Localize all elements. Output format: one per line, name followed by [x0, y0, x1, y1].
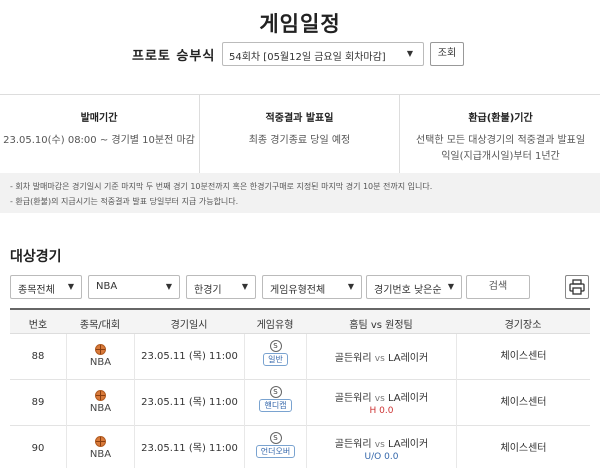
- header-venue: 경기장소: [504, 320, 542, 331]
- vs-text: vs: [374, 394, 385, 404]
- basketball-icon: [95, 436, 106, 447]
- info-sale-period: 발매기간 23.05.10(수) 08:00 ~ 경기별 10분전 마감: [0, 95, 198, 173]
- header-type: 게임유형: [256, 320, 294, 331]
- games-table: 번호 종목/대회 경기일시 게임유형 홈팀 vs 원정팀 경기장소 88 NBA…: [10, 308, 590, 468]
- round-selector-row: 프로토 승부식 54회차 [05월12일 금요일 회차마감] ▼ 조회: [0, 42, 600, 66]
- game-type-filter[interactable]: 게임유형전체 ▼: [262, 275, 362, 299]
- teams-cell: 골든워리 vs LA레이커: [306, 334, 456, 380]
- s-circle-icon: S: [269, 432, 282, 444]
- game-type-badge: 핸디캡: [259, 399, 292, 412]
- table-row[interactable]: 88 NBA 23.05.11 (목) 11:00 S 일반 골든워리 vs L…: [10, 334, 590, 380]
- league-name: NBA: [89, 449, 112, 460]
- info-text: 선택한 모든 대상경기의 적중결과 발표일: [415, 135, 586, 146]
- league-filter[interactable]: NBA ▼: [88, 275, 180, 299]
- header-sport: 종목/대회: [79, 320, 121, 331]
- teams-line: 골든워리 vs LA레이커: [307, 349, 456, 364]
- dropdown-caret-icon: ▼: [241, 282, 248, 291]
- sport-cell: NBA: [66, 380, 134, 426]
- home-team: 골든워리: [334, 393, 372, 404]
- header-teams: 홈팀 vs 원정팀: [349, 320, 413, 331]
- view-button[interactable]: 조회: [430, 42, 464, 66]
- venue: 체이스센터: [456, 380, 590, 426]
- game-type-filter-value: 게임유형전체: [270, 285, 326, 296]
- sort-filter[interactable]: 경기번호 낮은순 ▼: [366, 275, 462, 299]
- header-time: 경기일시: [170, 320, 208, 331]
- s-circle-icon: S: [269, 386, 282, 398]
- round-select-value: 54회차 [05월12일 금요일 회차마감]: [229, 52, 386, 63]
- game-time: 23.05.11 (목) 11:00: [134, 380, 244, 426]
- notice-line: - 회차 발매마감은 경기일시 기준 마지막 두 번째 경기 10분전까지 혹은…: [10, 182, 433, 191]
- header-no: 번호: [28, 320, 48, 331]
- info-title: 발매기간: [80, 113, 118, 124]
- table-row[interactable]: 89 NBA 23.05.11 (목) 11:00 S 핸디캡 골든워리 vs …: [10, 380, 590, 426]
- single-game-filter-value: 한경기: [194, 285, 222, 296]
- table-header: 번호 종목/대회 경기일시 게임유형 홈팀 vs 원정팀 경기장소: [10, 310, 590, 334]
- game-number: 90: [31, 443, 45, 454]
- league-filter-value: NBA: [96, 281, 118, 292]
- sale-info-band: 발매기간 23.05.10(수) 08:00 ~ 경기별 10분전 마감 적중결…: [0, 94, 600, 174]
- round-select[interactable]: 54회차 [05월12일 금요일 회차마감] ▼: [222, 42, 424, 66]
- sport-cell: NBA: [66, 334, 134, 380]
- away-team: LA레이커: [387, 439, 429, 450]
- page-title: 게임일정: [259, 12, 341, 36]
- game-time: 23.05.11 (목) 11:00: [134, 334, 244, 380]
- sort-filter-value: 경기번호 낮은순: [374, 285, 442, 296]
- vs-text: vs: [374, 354, 385, 364]
- game-type-cell: S 언더오버: [244, 426, 306, 468]
- over-under-value: U/O 0.0: [364, 452, 399, 462]
- handicap-value: H 0.0: [369, 406, 394, 416]
- game-number: 89: [31, 397, 45, 408]
- league-name: NBA: [89, 403, 112, 414]
- teams-cell: 골든워리 vs LA레이커 H 0.0: [306, 380, 456, 426]
- info-text: 최종 경기종료 당일 예정: [248, 135, 351, 146]
- round-label: 프로토 승부식: [132, 49, 216, 64]
- basketball-icon: [95, 344, 106, 355]
- print-button[interactable]: [565, 275, 589, 299]
- game-type-cell: S 일반: [244, 334, 306, 380]
- dropdown-caret-icon: ▼: [67, 282, 74, 291]
- away-team: LA레이커: [387, 393, 429, 404]
- section-title: 대상경기: [10, 249, 62, 265]
- dropdown-caret-icon: ▼: [406, 49, 413, 58]
- info-result-date: 적중결과 발표일 최종 경기종료 당일 예정: [199, 95, 400, 173]
- teams-line: 골든워리 vs LA레이커: [307, 435, 456, 450]
- sport-filter-value: 종목전체: [18, 285, 55, 296]
- dropdown-caret-icon: ▼: [447, 282, 454, 291]
- info-refund-period: 환급(환불)기간 선택한 모든 대상경기의 적중결과 발표일 익일(지급개시일)…: [401, 95, 600, 173]
- game-type-cell: S 핸디캡: [244, 380, 306, 426]
- notice-line: - 환급(환불)의 지급시기는 적중결과 발표 당일부터 지급 가능합니다.: [10, 197, 239, 206]
- s-circle-icon: S: [269, 340, 282, 352]
- info-text: 23.05.10(수) 08:00 ~ 경기별 10분전 마감: [3, 135, 195, 146]
- search-button[interactable]: 검색: [466, 275, 530, 299]
- venue: 체이스센터: [456, 426, 590, 468]
- league-name: NBA: [89, 357, 112, 368]
- basketball-icon: [95, 390, 106, 401]
- teams-cell: 골든워리 vs LA레이커 U/O 0.0: [306, 426, 456, 468]
- info-text: 익일(지급개시일)부터 1년간: [441, 151, 560, 162]
- sport-filter[interactable]: 종목전체 ▼: [10, 275, 82, 299]
- teams-line: 골든워리 vs LA레이커: [307, 389, 456, 404]
- single-game-filter[interactable]: 한경기 ▼: [186, 275, 256, 299]
- game-number: 88: [31, 351, 45, 362]
- vs-text: vs: [374, 440, 385, 450]
- table-row[interactable]: 90 NBA 23.05.11 (목) 11:00 S 언더오버 골든워리 vs…: [10, 426, 590, 468]
- game-type-badge: 일반: [263, 353, 288, 366]
- home-team: 골든워리: [334, 439, 372, 450]
- print-icon: [569, 279, 585, 295]
- notice-box: - 회차 발매마감은 경기일시 기준 마지막 두 번째 경기 10분전까지 혹은…: [0, 173, 600, 213]
- away-team: LA레이커: [387, 353, 429, 364]
- info-title: 환급(환불)기간: [468, 113, 533, 124]
- game-time: 23.05.11 (목) 11:00: [134, 426, 244, 468]
- dropdown-caret-icon: ▼: [347, 282, 354, 291]
- sport-cell: NBA: [66, 426, 134, 468]
- filter-bar: 종목전체 ▼ NBA ▼ 한경기 ▼ 게임유형전체 ▼ 경기번호 낮은순 ▼ 검색: [10, 275, 590, 299]
- game-type-badge: 언더오버: [255, 445, 296, 458]
- dropdown-caret-icon: ▼: [165, 282, 172, 291]
- venue: 체이스센터: [456, 334, 590, 380]
- info-title: 적중결과 발표일: [265, 113, 334, 124]
- home-team: 골든워리: [334, 353, 372, 364]
